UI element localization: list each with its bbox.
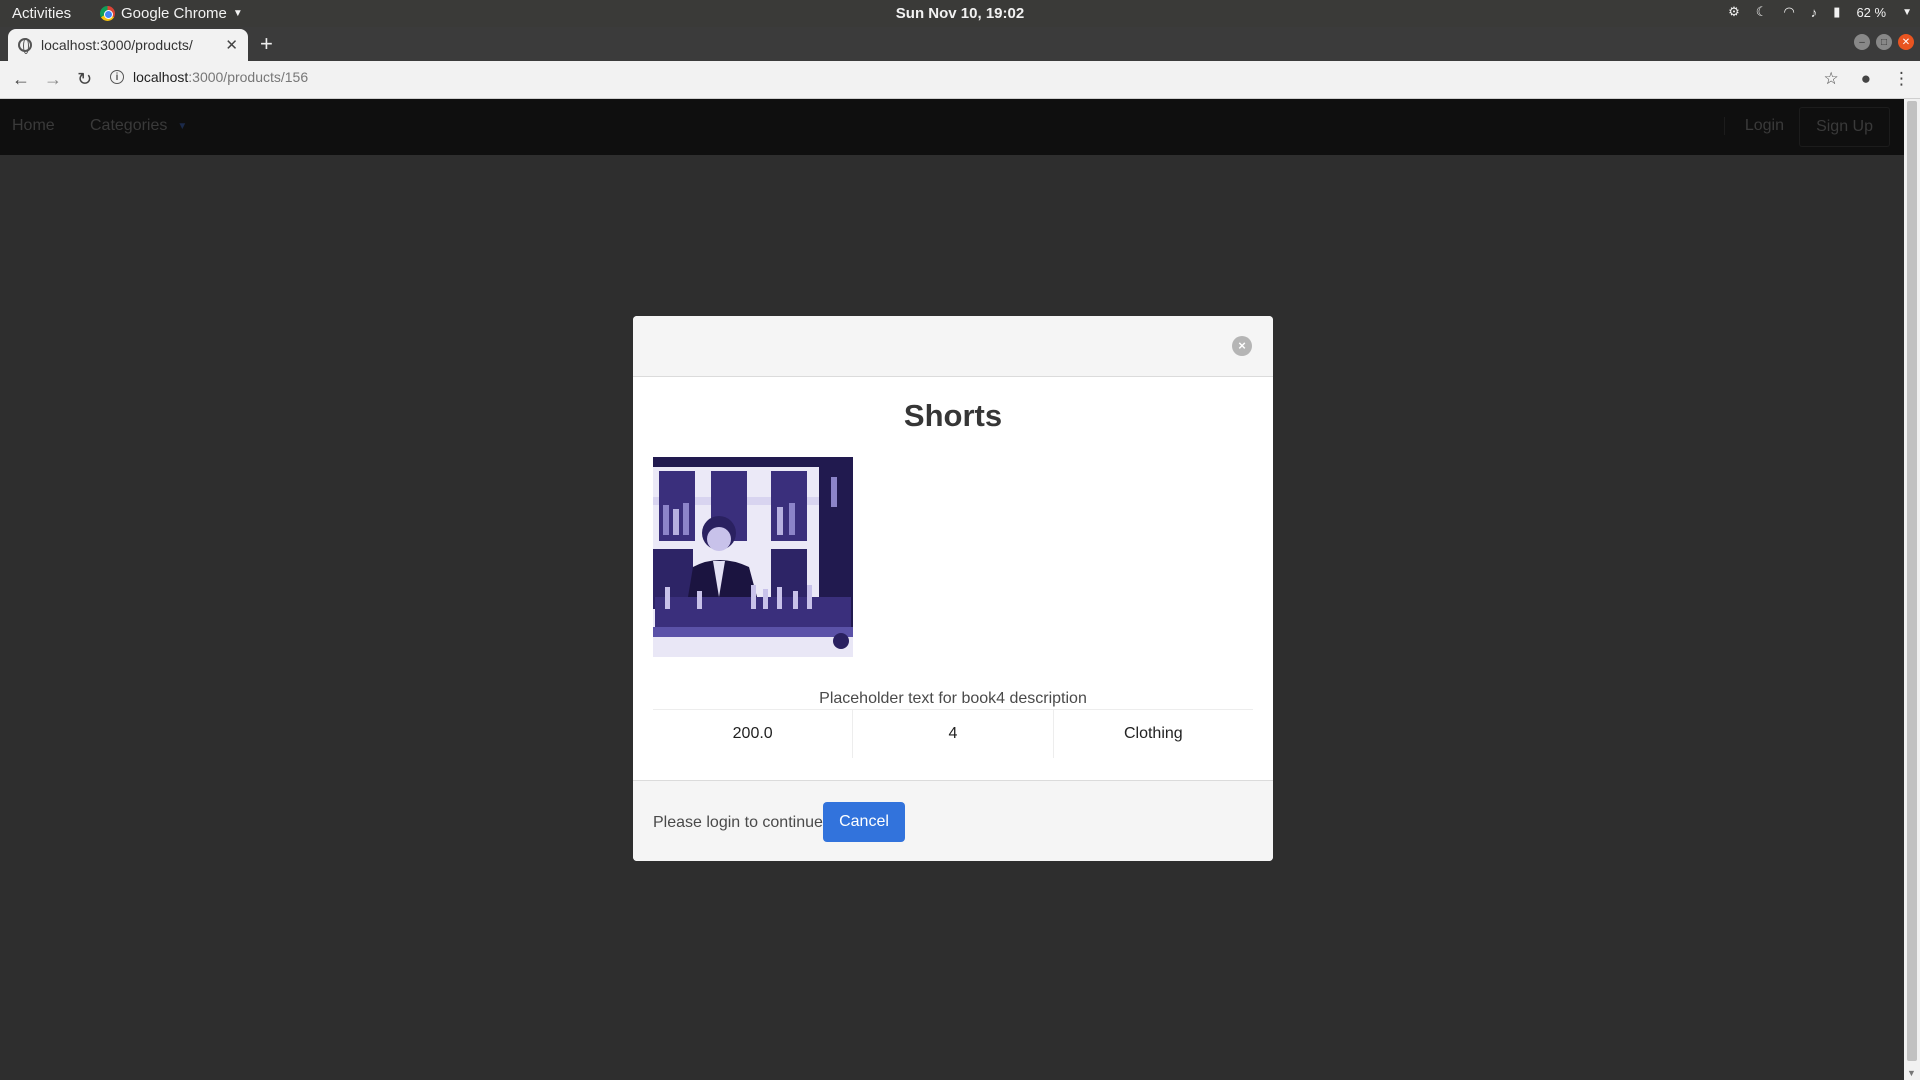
window-controls: – □ ✕: [1854, 34, 1914, 50]
profile-icon[interactable]: ●: [1861, 69, 1871, 89]
night-light-icon: ☾: [1755, 4, 1768, 19]
product-image: [653, 457, 853, 657]
url-field[interactable]: i localhost:3000/products/156: [110, 69, 308, 85]
chevron-down-icon: ▼: [177, 120, 188, 132]
cancel-button[interactable]: Cancel: [823, 802, 905, 842]
app-menu[interactable]: Google Chrome ▼: [100, 5, 243, 22]
caret-down-icon: ▼: [232, 8, 243, 19]
nav-signup-link[interactable]: Sign Up: [1799, 107, 1890, 147]
nav-categories-label: Categories: [90, 117, 168, 134]
maximize-icon[interactable]: □: [1876, 34, 1892, 50]
minimize-icon[interactable]: –: [1854, 34, 1870, 50]
nav-categories-dropdown[interactable]: Categories ▼: [90, 117, 187, 135]
scroll-down-arrow-icon[interactable]: ▼: [1907, 1068, 1916, 1078]
close-icon[interactable]: ×: [1232, 336, 1252, 356]
os-top-bar: Activities Google Chrome ▼ Sun Nov 10, 1…: [0, 0, 1920, 27]
info-icon[interactable]: i: [110, 70, 124, 84]
volume-icon: ♪: [1810, 4, 1818, 20]
clock[interactable]: Sun Nov 10, 19:02: [0, 5, 1920, 22]
url-host: localhost: [133, 69, 189, 85]
login-prompt: Please login to continue: [653, 814, 823, 831]
close-tab-icon[interactable]: ✕: [225, 36, 238, 54]
activities-button[interactable]: Activities: [12, 5, 71, 22]
battery-icon: ▮: [1833, 4, 1841, 19]
close-window-icon[interactable]: ✕: [1898, 34, 1914, 50]
wifi-icon: ◠: [1783, 4, 1795, 19]
product-price: 200.0: [732, 725, 773, 742]
nav-home-link[interactable]: Home: [12, 117, 55, 135]
reload-icon[interactable]: ↻: [77, 69, 92, 90]
tab-strip: localhost:3000/products/ ✕ + – □ ✕: [0, 27, 1920, 61]
page: Home Categories ▼ Login Sign Up × Shorts: [0, 99, 1904, 1080]
site-navbar: Home Categories ▼ Login Sign Up: [0, 99, 1904, 155]
product-details-table: 200.0 4 Clothing: [653, 709, 1253, 758]
modal-header: ×: [633, 316, 1273, 377]
url-path: :3000/products/156: [188, 69, 309, 85]
modal-footer: Please login to continue Cancel: [633, 780, 1273, 861]
scrollbar-thumb[interactable]: [1907, 101, 1917, 1061]
page-scrollbar[interactable]: ▼: [1904, 99, 1920, 1080]
product-title: Shorts: [903, 398, 1003, 433]
product-modal: × Shorts Placeholder text for book4 desc…: [633, 316, 1273, 861]
nav-login-link[interactable]: Login: [1723, 117, 1784, 135]
network-activity-icon[interactable]: ⚙: [1728, 4, 1740, 20]
system-tray[interactable]: ⚙ ☾ ◠ ♪ ▮ 62 % ▼: [1728, 4, 1912, 20]
bookmark-star-icon[interactable]: ☆: [1823, 69, 1838, 89]
app-name: Google Chrome: [121, 5, 227, 22]
new-tab-icon[interactable]: +: [260, 31, 273, 57]
product-quantity: 4: [852, 710, 1052, 758]
back-arrow-icon[interactable]: ←: [12, 69, 30, 90]
product-category: Clothing: [1052, 710, 1253, 758]
caret-down-icon: ▼: [1902, 6, 1912, 18]
more-menu-icon[interactable]: ⋮: [1893, 69, 1910, 89]
address-bar: ← → ↻ i localhost:3000/products/156 ☆ ● …: [0, 61, 1920, 99]
tab-title: localhost:3000/products/: [41, 37, 193, 53]
browser-tab[interactable]: localhost:3000/products/ ✕: [8, 29, 248, 61]
forward-arrow-icon[interactable]: →: [44, 69, 62, 90]
product-description: Placeholder text for book4 description: [819, 690, 1087, 707]
chrome-icon: [100, 6, 115, 21]
globe-icon: [18, 38, 32, 54]
battery-percent: 62 %: [1856, 4, 1887, 20]
toolbar-actions: ☆ ● ⋮: [1823, 69, 1910, 89]
